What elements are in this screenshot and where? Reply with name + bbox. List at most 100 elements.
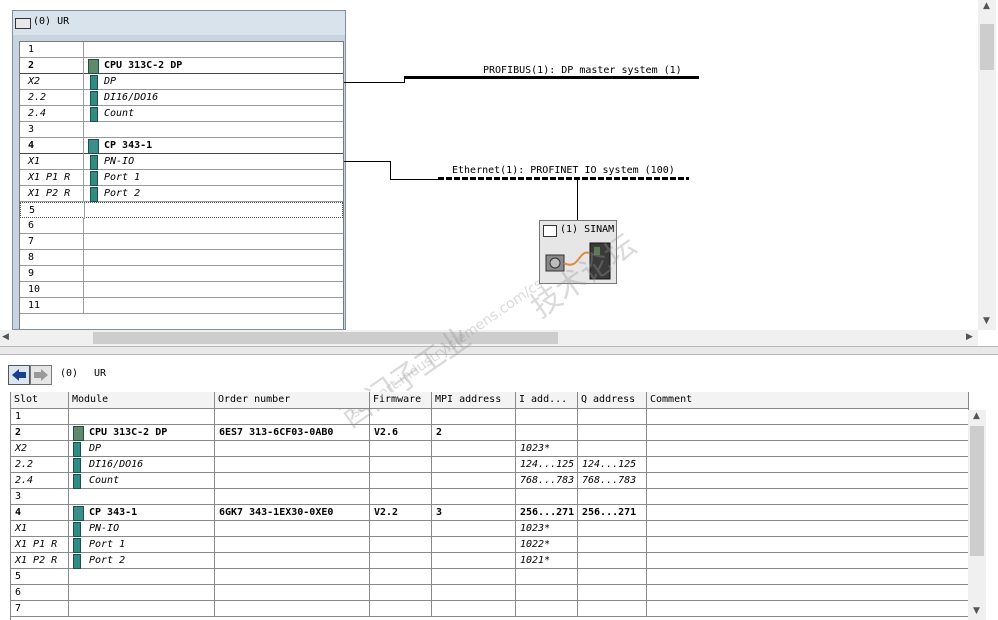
cell-comment	[647, 505, 969, 521]
rack-row[interactable]: 6	[20, 218, 343, 234]
rack-row[interactable]: 11	[20, 298, 343, 314]
top-hscroll-thumb[interactable]	[93, 332, 558, 344]
top-vscroll-thumb[interactable]	[980, 24, 994, 70]
rack-row[interactable]: 2.2 DI16/DO16	[20, 90, 343, 106]
rack-row[interactable]: 1	[20, 42, 343, 58]
rack-column-separator	[83, 58, 84, 74]
rack-slot-label: 5	[29, 205, 36, 216]
cell-text: 1023*	[520, 443, 551, 454]
scroll-right-icon[interactable]: ▶	[966, 332, 973, 342]
cell-module	[69, 409, 215, 425]
cell-order	[215, 473, 370, 489]
rack-row[interactable]: 5	[20, 202, 343, 219]
cell-firmware	[370, 569, 432, 585]
cell-module: DI16/DO16	[69, 457, 215, 473]
nav-back-button[interactable]	[8, 365, 30, 385]
table-row[interactable]: X1 P2 R Port 2 1021*	[11, 553, 969, 569]
station-title-bar[interactable]: (0) UR	[13, 11, 345, 35]
rack-row[interactable]: 9	[20, 266, 343, 282]
scroll-left-icon[interactable]: ◀	[2, 332, 9, 342]
cell-module	[69, 489, 215, 505]
table-row[interactable]: 2.2 DI16/DO16 124...125 124...125	[11, 457, 969, 473]
top-horizontal-scrollbar[interactable]: ◀ ▶	[0, 330, 978, 346]
submodule-icon	[73, 538, 81, 553]
cell-text: 768...783	[520, 475, 575, 486]
cell-firmware	[370, 601, 432, 617]
rack-slot-label: 10	[28, 284, 41, 295]
table-row[interactable]: X1 PN-IO 1023*	[11, 521, 969, 537]
rack-slot-label: 8	[28, 252, 35, 263]
rack-row[interactable]: X2 DP	[20, 74, 343, 90]
column-header-i[interactable]: I add...	[516, 392, 578, 409]
bottom-vscroll-thumb[interactable]	[970, 426, 984, 556]
table-row[interactable]: 6	[11, 585, 969, 601]
station-window[interactable]: (0) UR 1 2 CPU 313C-2 DP X2 DP 2.2 DI16/DO16 2.…	[12, 10, 346, 330]
cell-mpi	[432, 441, 516, 457]
cell-comment	[647, 425, 969, 441]
rack-column-separator	[83, 298, 84, 314]
column-header-firmware[interactable]: Firmware	[370, 392, 432, 409]
rack-slot-label: X1 P1 R	[28, 172, 71, 183]
cell-q: 256...271	[578, 505, 647, 521]
column-header-q[interactable]: Q address	[578, 392, 647, 409]
table-row[interactable]: 2 CPU 313C-2 DP 6ES7 313-6CF03-0AB0 V2.6 2	[11, 425, 969, 441]
cell-i: 1021*	[516, 553, 578, 569]
rack-row[interactable]: X1 P2 R Port 2	[20, 186, 343, 202]
scroll-up-icon[interactable]: ▲	[983, 1, 990, 11]
table-row[interactable]: 5	[11, 569, 969, 585]
cpu-module-icon	[73, 426, 84, 441]
cell-firmware	[370, 441, 432, 457]
table-row[interactable]: X1 P1 R Port 1 1022*	[11, 537, 969, 553]
rack-column-separator	[83, 106, 84, 122]
table-row[interactable]: 4 CP 343-1 6GK7 343-1EX30-0XE0 V2.2 3 256...2…	[11, 505, 969, 521]
cell-text: 124...125	[520, 459, 575, 470]
column-header-comment[interactable]: Comment	[647, 392, 969, 409]
ethernet-label[interactable]: Ethernet(1): PROFINET IO system (100)	[452, 165, 675, 176]
profibus-label[interactable]: PROFIBUS(1): DP master system (1)	[483, 65, 682, 76]
top-vertical-scrollbar[interactable]: ▲ ▼	[978, 0, 996, 330]
table-row[interactable]: 7	[11, 601, 969, 617]
submodule-icon	[73, 474, 81, 489]
cell-text: 256...271	[582, 507, 637, 518]
scroll-up-icon[interactable]: ▲	[973, 411, 980, 421]
cell-i	[516, 425, 578, 441]
pane-splitter[interactable]	[0, 346, 998, 355]
cell-text: 2	[436, 427, 443, 438]
profibus-bus-line[interactable]	[404, 76, 699, 79]
column-header-module[interactable]: Module	[69, 392, 215, 409]
rack-row[interactable]: 2 CPU 313C-2 DP	[20, 58, 343, 74]
table-row[interactable]: 1	[11, 409, 969, 425]
ethernet-bus-line[interactable]	[438, 177, 689, 180]
rack-row[interactable]: 2.4 Count	[20, 106, 343, 122]
rack-row[interactable]: 4 CP 343-1	[20, 138, 343, 154]
cell-slot: X2	[11, 441, 69, 457]
submodule-icon	[90, 155, 98, 170]
rack-row[interactable]: 3	[20, 122, 343, 138]
cell-mpi	[432, 409, 516, 425]
table-row[interactable]: X2 DP 1023*	[11, 441, 969, 457]
scroll-down-icon[interactable]: ▼	[983, 316, 990, 326]
scroll-down-icon[interactable]: ▼	[973, 606, 980, 616]
rack-row[interactable]: X1 PN-IO	[20, 154, 343, 170]
column-header-mpi[interactable]: MPI address	[432, 392, 516, 409]
rack-row[interactable]: 7	[20, 234, 343, 250]
rack-row[interactable]: 8	[20, 250, 343, 266]
cell-text: 3	[436, 507, 443, 518]
bottom-vertical-scrollbar[interactable]: ▲ ▼	[968, 410, 986, 620]
column-header-slot[interactable]: Slot	[11, 392, 69, 409]
cell-module: CP 343-1	[69, 505, 215, 521]
column-header-order[interactable]: Order number	[215, 392, 370, 409]
table-row[interactable]: 3	[11, 489, 969, 505]
cell-q	[578, 521, 647, 537]
submodule-icon	[90, 187, 98, 202]
submodule-icon	[90, 91, 98, 106]
rack-row[interactable]: 10	[20, 282, 343, 298]
cell-order	[215, 409, 370, 425]
cell-i	[516, 601, 578, 617]
rack-row[interactable]: X1 P1 R Port 1	[20, 170, 343, 186]
cell-i	[516, 585, 578, 601]
device-connector	[577, 180, 578, 220]
table-row[interactable]: 2.4 Count 768...783 768...783	[11, 473, 969, 489]
module-table: Slot Module Order number Firmware MPI addres…	[10, 392, 969, 620]
nav-forward-button[interactable]	[30, 365, 52, 385]
